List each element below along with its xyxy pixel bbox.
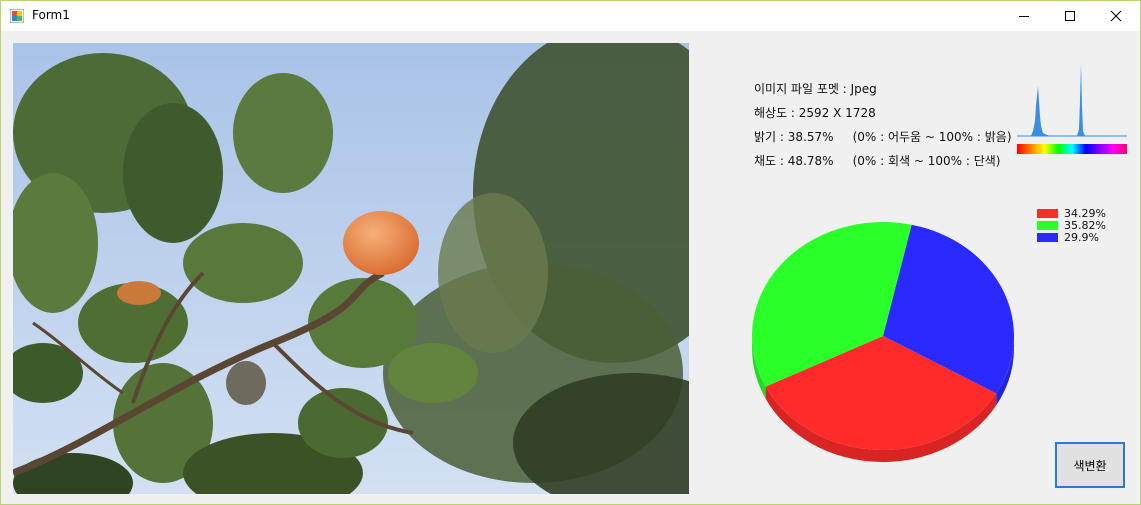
close-icon — [1110, 10, 1122, 22]
close-button[interactable] — [1093, 1, 1139, 31]
hue-histogram — [1017, 63, 1127, 137]
minimize-icon — [1019, 16, 1029, 17]
legend-item-red: 34.29% — [1037, 207, 1106, 220]
maximize-button[interactable] — [1047, 1, 1093, 31]
minimize-button[interactable] — [1001, 1, 1047, 31]
brightness-label: 밝기 : 38.57% (0% : 어두움 ~ 100% : 밝음) — [754, 130, 1012, 144]
title-bar[interactable]: Form1 — [1, 1, 1140, 31]
legend-swatch-green — [1037, 220, 1058, 230]
window-title: Form1 — [32, 8, 70, 22]
color-convert-button[interactable]: 색변환 — [1055, 442, 1125, 488]
format-label: 이미지 파일 포멧 : Jpeg — [754, 82, 877, 96]
saturation-label: 채도 : 48.78% (0% : 회색 ~ 100% : 단색) — [754, 154, 1001, 168]
legend-swatch-red — [1037, 208, 1058, 218]
app-icon — [10, 9, 24, 23]
legend-label-blue: 29.9% — [1064, 230, 1099, 244]
maximize-icon — [1065, 11, 1075, 21]
legend-item-blue: 29.9% — [1037, 230, 1106, 244]
legend-swatch-blue — [1037, 232, 1058, 242]
hue-spectrum — [1017, 144, 1127, 154]
chart-legend: 34.29% 35.82% 29.9% — [1037, 207, 1106, 244]
legend-item-green: 35.82% — [1037, 219, 1106, 232]
resolution-label: 해상도 : 2592 X 1728 — [754, 106, 876, 120]
app-window: Form1 이미지 파일 포멧: Jpeg 해상도: 2592 X 1728… — [0, 0, 1141, 505]
persimmon-photo — [13, 43, 689, 494]
rgb-pie-chart — [752, 222, 1014, 462]
